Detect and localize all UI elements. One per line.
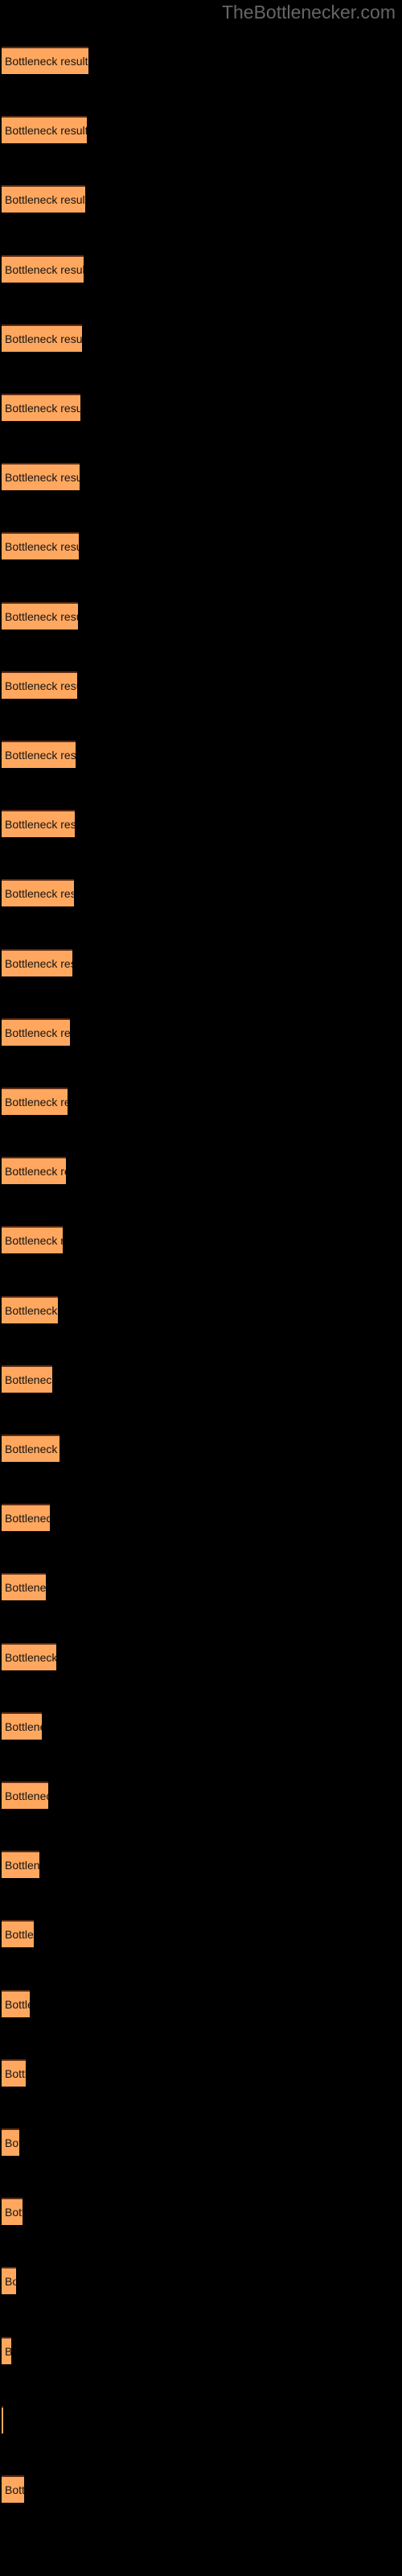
bar-label: Bottleneck result <box>5 609 78 623</box>
bar-label: Bottleneck result <box>5 1859 39 1872</box>
bar-11: Bottleneck result <box>2 741 76 768</box>
bars-container: Bottleneck result Bottleneck result Bottle… <box>0 0 402 2576</box>
bar-36: Bottleneck result <box>2 2475 24 2503</box>
bar-15: Bottleneck result <box>2 1018 70 1046</box>
bar-label: Bottleneck result <box>5 2136 19 2149</box>
bar-13: Bottleneck result <box>2 879 74 907</box>
bar-label: Bottleneck result <box>5 1928 34 1942</box>
bar-label: Bottleneck result <box>5 1650 56 1664</box>
bar-23: Bottleneck result <box>2 1573 46 1601</box>
bar-label: Bottleneck result <box>5 679 77 692</box>
bar-8: Bottleneck result <box>2 532 79 560</box>
bar-21: Bottleneck result <box>2 1435 59 1462</box>
bar-10: Bottleneck result <box>2 671 77 699</box>
bar-14: Bottleneck result <box>2 948 72 976</box>
bar-label: Bottleneck result <box>5 1581 46 1595</box>
bar-label: Bottleneck result <box>5 402 80 415</box>
bar-label: Bottleneck result <box>5 2206 23 2219</box>
bar-24: Bottleneck result <box>2 1642 56 1670</box>
bar-label: Bottleneck result <box>5 1026 70 1039</box>
bar-28: Bottleneck result <box>2 1920 34 1948</box>
bar-label: Bottleneck result <box>5 887 74 901</box>
bar-27: Bottleneck result <box>2 1851 39 1879</box>
bar-5: Bottleneck result <box>2 324 82 352</box>
bar-3: Bottleneck result <box>2 185 85 213</box>
bar-label: Bottleneck result <box>5 2483 24 2496</box>
bar-33: Bottleneck result <box>2 2267 16 2295</box>
bar-32: Bottleneck result <box>2 2198 23 2226</box>
bar-label: Bottleneck result <box>5 1443 59 1455</box>
bar-label: Bottleneck result <box>5 1997 30 2011</box>
bar-34: Bottleneck result <box>2 2336 11 2364</box>
bar-label: Bottleneck result <box>5 124 87 138</box>
bar-1: Bottleneck result <box>2 47 88 74</box>
bar-label: Bottleneck result <box>5 2339 11 2364</box>
bar-7: Bottleneck result <box>2 463 80 491</box>
bar-label: Bottleneck result <box>5 332 82 345</box>
bar-label: Bottleneck result <box>5 1373 52 1386</box>
bar-label: Bottleneck result <box>5 1096 68 1108</box>
bar-2: Bottleneck result <box>2 116 87 144</box>
bar-16: Bottleneck result <box>2 1088 68 1115</box>
bar-label: Bottleneck result <box>5 818 75 832</box>
bar-26: Bottleneck result <box>2 1781 48 1809</box>
bar-25: Bottleneck result <box>2 1711 42 1740</box>
bar-22: Bottleneck result <box>2 1504 50 1532</box>
bar-label: Bottleneck result <box>5 262 84 276</box>
bar-30: Bottleneck result <box>2 2058 26 2087</box>
bar-12: Bottleneck result <box>2 810 75 838</box>
bar-label: Bottleneck result <box>5 1165 66 1179</box>
bar-label: Bottleneck result <box>5 540 79 554</box>
bar-35: Bottleneck result <box>2 2405 3 2434</box>
bar-label: Bottleneck result <box>5 1512 50 1525</box>
bottleneck-bar-chart: TheBottlenecker.com Bottleneck result Bot… <box>0 0 402 2576</box>
bar-6: Bottleneck result <box>2 394 80 421</box>
bar-9: Bottleneck result <box>2 601 78 630</box>
bar-label: Bottleneck result <box>5 1719 42 1733</box>
bar-4: Bottleneck result <box>2 254 84 283</box>
bar-31: Bottleneck result <box>2 2128 19 2156</box>
bar-label: Bottleneck result <box>5 749 76 762</box>
bar-label: Bottleneck result <box>5 193 85 207</box>
bar-label: Bottleneck result <box>5 471 80 485</box>
bar-label: Bottleneck result <box>5 55 88 68</box>
bar-18: Bottleneck result <box>2 1226 63 1254</box>
bar-label: Bottleneck result <box>5 956 72 970</box>
bar-17: Bottleneck result <box>2 1157 66 1185</box>
bar-29: Bottleneck result <box>2 1989 30 2017</box>
bar-19: Bottleneck result <box>2 1295 58 1323</box>
bar-20: Bottleneck result <box>2 1364 52 1393</box>
bar-label: Bottleneck result <box>5 2066 26 2080</box>
bar-label: Bottleneck result <box>5 1234 63 1248</box>
bar-label: Bottleneck result <box>5 1303 58 1317</box>
bar-label: Bottleneck result <box>5 2275 16 2289</box>
bar-label: Bottleneck result <box>5 1790 48 1802</box>
